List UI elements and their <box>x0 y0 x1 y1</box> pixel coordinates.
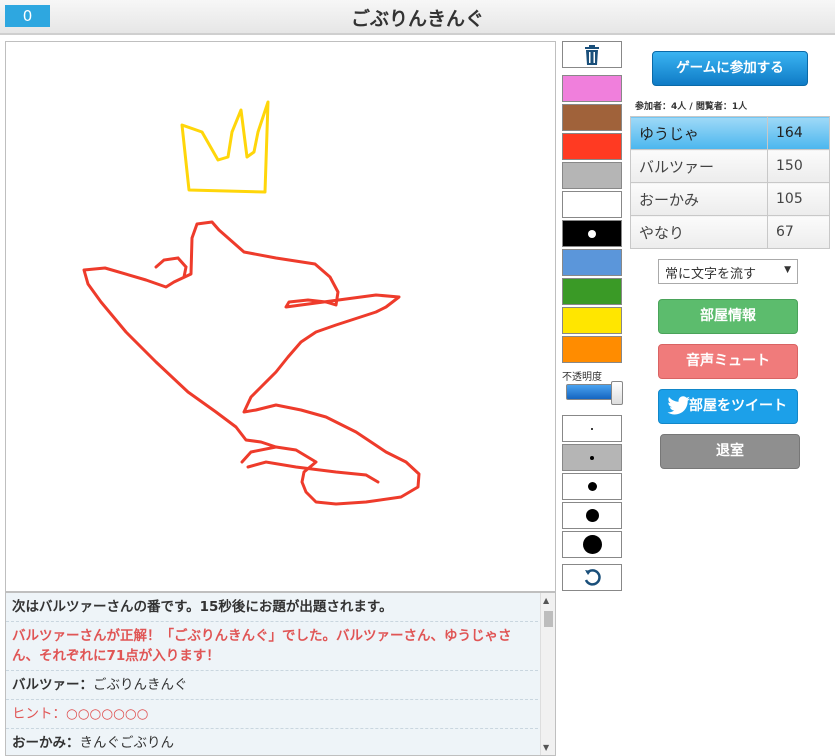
page-title: ごぶりんきんぐ <box>350 8 484 30</box>
scoreboard: ゆうじゃ 164 バルツァー 150 おーかみ 105 やなり 67 <box>630 116 830 249</box>
color-swatch-pink[interactable] <box>562 75 622 102</box>
table-row: ゆうじゃ 164 <box>630 116 830 150</box>
opacity-slider[interactable] <box>566 381 623 405</box>
color-swatch-blue[interactable] <box>562 249 622 276</box>
scroll-down-arrow-icon[interactable]: ▼ <box>543 743 549 752</box>
color-swatch-brown[interactable] <box>562 104 622 131</box>
opacity-label: 不透明度 <box>562 372 602 383</box>
chat-message: バルツァーさんが正解！「ごぶりんきんぐ」でした。バルツァーさん、ゆうじゃさん、そ… <box>6 622 538 671</box>
room-info-button[interactable]: 部屋情報 <box>658 299 798 334</box>
player-score: 105 <box>767 182 830 216</box>
player-score: 164 <box>767 116 830 150</box>
dropdown-arrow-icon: ▼ <box>784 265 791 275</box>
header-bar: 0 ごぶりんきんぐ <box>0 0 835 35</box>
chat-message: 次はバルツァーさんの番です。15秒後にお題が出題されます。 <box>6 593 538 622</box>
drawing-stroke-ear <box>154 256 188 279</box>
color-swatch-white[interactable] <box>562 191 622 218</box>
opacity-slider-handle[interactable] <box>611 381 623 405</box>
participant-count: 参加者：4人 / 閲覧者：1人 <box>635 102 748 112</box>
brush-dot-icon <box>587 482 597 491</box>
selected-indicator-icon <box>588 229 596 238</box>
scroll-up-arrow-icon[interactable]: ▲ <box>543 596 549 605</box>
undo-button[interactable] <box>562 564 622 591</box>
undo-icon <box>584 568 601 586</box>
brush-dot-icon <box>585 509 599 522</box>
table-row: やなり 67 <box>630 215 830 249</box>
brush-size-2[interactable] <box>562 444 622 471</box>
chat-scrollbar[interactable]: ▲ ▼ <box>540 593 555 755</box>
drawing-stroke-crown <box>180 100 270 194</box>
scroll-thumb[interactable] <box>544 611 553 627</box>
color-swatch-yellow[interactable] <box>562 307 622 334</box>
chat-log[interactable]: 次はバルツァーさんの番です。15秒後にお題が出題されます。 バルツァーさんが正解… <box>5 592 556 756</box>
player-name: バルツァー <box>630 149 768 183</box>
color-swatch-gray[interactable] <box>562 162 622 189</box>
brush-dot-icon <box>582 535 602 554</box>
brush-size-4[interactable] <box>562 502 622 529</box>
chat-message: バルツァー：ごぶりんきんぐ <box>6 671 538 700</box>
brush-size-3[interactable] <box>562 473 622 500</box>
mute-button[interactable]: 音声ミュート <box>658 344 798 379</box>
color-swatch-green[interactable] <box>562 278 622 305</box>
color-swatch-orange[interactable] <box>562 336 622 363</box>
player-name: おーかみ <box>630 182 768 216</box>
chat-message: ヒント：○○○○○○○ <box>6 700 538 729</box>
table-row: バルツァー 150 <box>630 149 830 183</box>
color-swatch-black[interactable] <box>562 220 622 247</box>
brush-dot-icon <box>591 427 593 430</box>
text-flow-select-value: 常に文字を流す <box>665 267 757 282</box>
twitter-bird-icon <box>667 396 690 415</box>
drawing-stroke-arm <box>240 445 380 484</box>
player-score: 67 <box>767 215 830 249</box>
trash-icon <box>585 44 599 65</box>
color-swatch-red[interactable] <box>562 133 622 160</box>
drawing-canvas[interactable] <box>5 41 556 592</box>
table-row: おーかみ 105 <box>630 182 830 216</box>
join-game-button[interactable]: ゲームに参加する <box>652 51 808 86</box>
tweet-room-button[interactable]: 部屋をツイート <box>658 389 798 424</box>
clear-canvas-button[interactable] <box>562 41 622 68</box>
text-flow-select[interactable]: 常に文字を流す ▼ <box>658 259 798 284</box>
player-score: 150 <box>767 149 830 183</box>
chat-message: おーかみ：きんぐごぶりん <box>6 729 538 755</box>
brush-size-5[interactable] <box>562 531 622 558</box>
exit-room-button[interactable]: 退室 <box>660 434 800 469</box>
drawing-stroke-body <box>82 220 421 506</box>
player-name: ゆうじゃ <box>630 116 768 150</box>
brush-dot-icon <box>590 455 594 460</box>
brush-size-1[interactable] <box>562 415 622 442</box>
player-name: やなり <box>630 215 768 249</box>
